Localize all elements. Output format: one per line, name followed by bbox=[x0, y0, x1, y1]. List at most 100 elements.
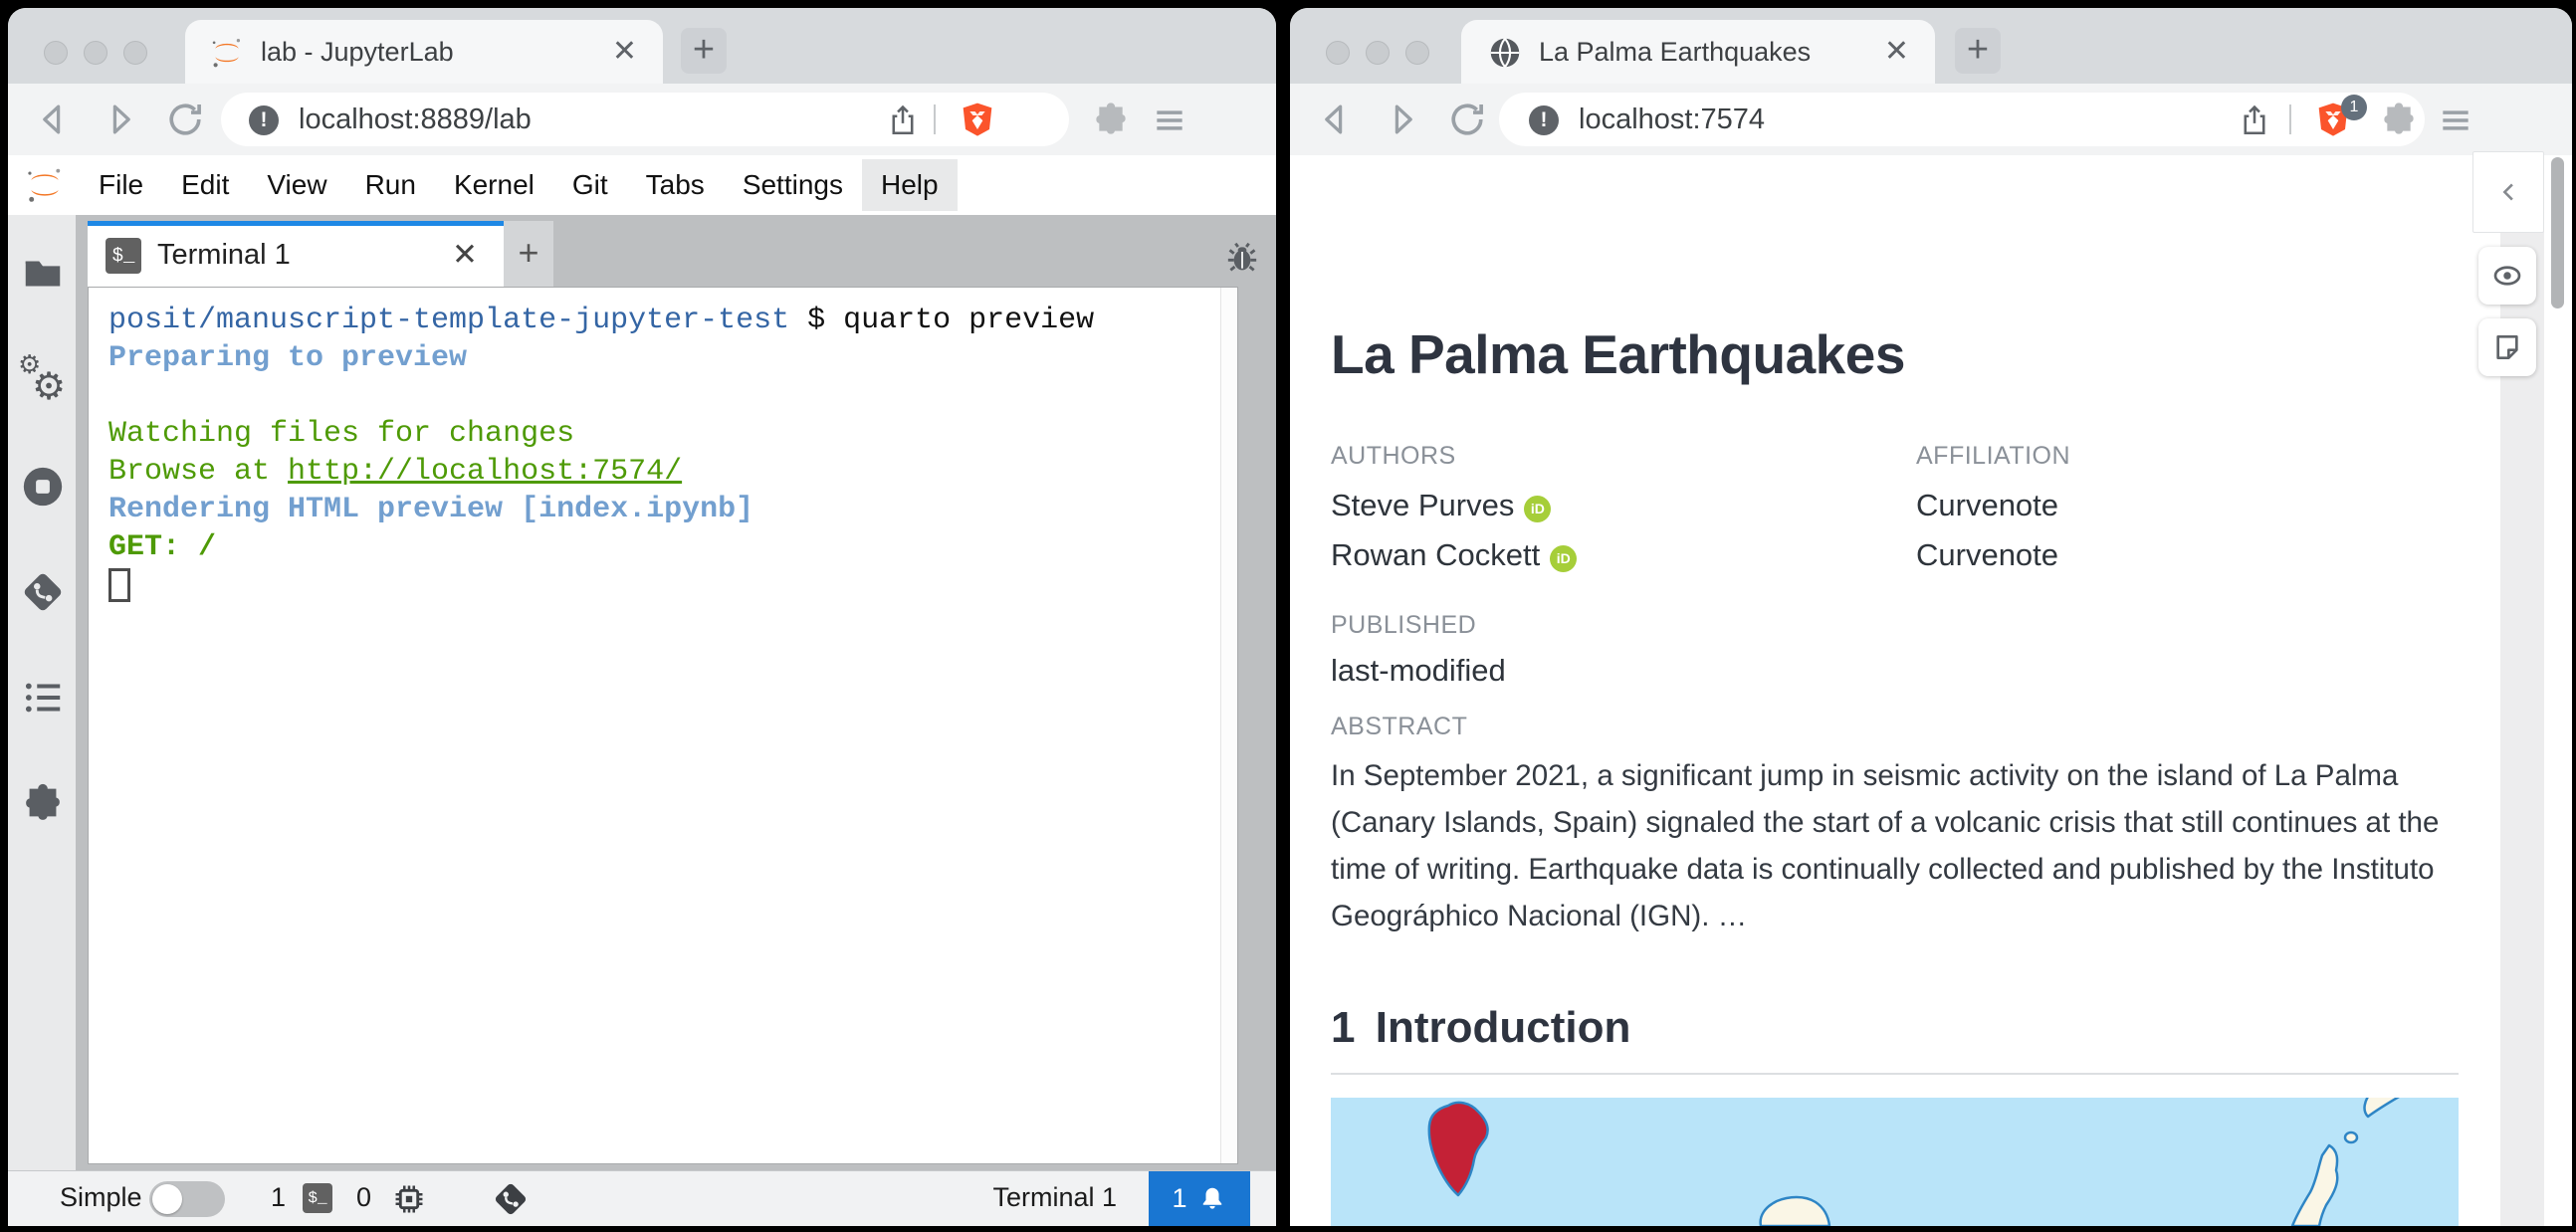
prompt-command: $ quarto preview bbox=[789, 304, 1095, 337]
menu-view[interactable]: View bbox=[248, 159, 345, 211]
menu-tabs[interactable]: Tabs bbox=[627, 159, 724, 211]
browser-tab[interactable]: lab - JupyterLab ✕ bbox=[185, 20, 663, 84]
terminal-icon: $_ bbox=[106, 238, 141, 274]
simple-mode-label: Simple bbox=[60, 1182, 142, 1212]
browser-toolbar: ! localhost:7574 1 bbox=[1290, 84, 2572, 155]
extensions-puzzle-icon[interactable] bbox=[2379, 100, 2419, 139]
notes-button[interactable] bbox=[2478, 318, 2536, 376]
share-icon[interactable] bbox=[2238, 103, 2271, 137]
terminal-scrollbar[interactable] bbox=[1220, 288, 1237, 1163]
close-window-button[interactable] bbox=[1326, 41, 1350, 65]
menu-git[interactable]: Git bbox=[553, 159, 627, 211]
jupyter-favicon bbox=[212, 39, 241, 68]
prompt-path: posit/manuscript-template-jupyter-test bbox=[108, 304, 790, 337]
tab-strip: lab - JupyterLab ✕ + bbox=[8, 8, 1276, 84]
brave-shield-icon[interactable] bbox=[958, 100, 997, 139]
zoom-window-button[interactable] bbox=[123, 41, 147, 65]
site-info-icon[interactable]: ! bbox=[1529, 105, 1559, 135]
forward-icon[interactable] bbox=[98, 98, 141, 141]
url-text: localhost:7574 bbox=[1579, 103, 1766, 135]
new-launcher-button[interactable]: + bbox=[504, 221, 553, 287]
back-icon[interactable] bbox=[32, 98, 76, 141]
terminal-panel[interactable]: posit/manuscript-template-jupyter-test $… bbox=[88, 287, 1238, 1164]
browser-toolbar: ! localhost:8889/lab bbox=[8, 84, 1276, 155]
property-inspector-gears-icon-large[interactable]: ⚙ bbox=[32, 364, 66, 408]
abstract-label: ABSTRACT bbox=[1331, 713, 1468, 740]
jupyterlab-menu-bar: File Edit View Run Kernel Git Tabs Setti… bbox=[8, 155, 1276, 215]
git-sidebar-icon[interactable] bbox=[20, 569, 66, 615]
browser-tab[interactable]: La Palma Earthquakes ✕ bbox=[1461, 20, 1935, 84]
menu-run[interactable]: Run bbox=[346, 159, 435, 211]
minimize-window-button[interactable] bbox=[84, 41, 107, 65]
jupyter-logo bbox=[28, 168, 61, 202]
divider bbox=[934, 104, 936, 134]
extensions-puzzle-icon[interactable] bbox=[1091, 100, 1131, 139]
section-title: Introduction bbox=[1375, 1003, 1631, 1052]
terminal-line-preparing: Preparing to preview bbox=[108, 341, 468, 375]
bell-icon bbox=[1202, 1187, 1221, 1209]
collapse-panel-button[interactable] bbox=[2472, 151, 2544, 233]
affiliation-label: AFFILIATION bbox=[1916, 442, 2071, 470]
new-tab-button[interactable]: + bbox=[1955, 28, 2001, 74]
menu-help[interactable]: Help bbox=[861, 159, 958, 211]
shield-badge: 1 bbox=[2341, 95, 2367, 120]
tab-strip: La Palma Earthquakes ✕ + bbox=[1290, 8, 2572, 84]
menu-hamburger-icon[interactable] bbox=[1151, 102, 1188, 139]
chevron-left-icon bbox=[2502, 183, 2513, 201]
new-tab-button[interactable]: + bbox=[681, 28, 727, 74]
debugger-bug-icon[interactable] bbox=[1222, 237, 1262, 277]
file-browser-folder-icon[interactable] bbox=[20, 251, 66, 297]
reload-icon[interactable] bbox=[1445, 98, 1489, 141]
menu-edit[interactable]: Edit bbox=[162, 159, 248, 211]
current-widget-label[interactable]: Terminal 1 bbox=[992, 1182, 1117, 1213]
side-panel-rail bbox=[2500, 155, 2544, 1226]
menu-file[interactable]: File bbox=[80, 159, 162, 211]
menu-settings[interactable]: Settings bbox=[724, 159, 862, 211]
close-tab-icon[interactable]: ✕ bbox=[1884, 34, 1909, 69]
divider bbox=[2289, 104, 2291, 134]
terminal-line-watching: Watching files for changes bbox=[108, 417, 575, 451]
address-bar[interactable]: ! localhost:8889/lab bbox=[221, 93, 1069, 146]
author-name[interactable]: Rowan Cockett bbox=[1331, 537, 1540, 572]
reload-icon[interactable] bbox=[163, 98, 207, 141]
share-icon[interactable] bbox=[886, 103, 920, 137]
simple-mode-toggle[interactable] bbox=[149, 1181, 225, 1217]
close-window-button[interactable] bbox=[44, 41, 68, 65]
published-value: last-modified bbox=[1331, 653, 1506, 688]
author-name[interactable]: Steve Purves bbox=[1331, 488, 1514, 522]
minimize-window-button[interactable] bbox=[1366, 41, 1390, 65]
menu-hamburger-icon[interactable] bbox=[2437, 102, 2474, 139]
terminal-tab[interactable]: $_ Terminal 1 ✕ bbox=[88, 221, 504, 287]
close-tab-icon[interactable]: ✕ bbox=[612, 34, 637, 69]
close-terminal-tab-icon[interactable]: ✕ bbox=[452, 237, 478, 273]
authors-label: AUTHORS bbox=[1331, 442, 1456, 470]
page-scrollbar-thumb[interactable] bbox=[2551, 157, 2564, 308]
notification-count: 1 bbox=[1172, 1183, 1187, 1213]
kernel-count: 0 bbox=[356, 1182, 372, 1212]
canary-islands-map[interactable] bbox=[1331, 1098, 2459, 1226]
browse-link[interactable]: http://localhost:7574/ bbox=[288, 455, 682, 489]
browse-prefix: Browse at bbox=[108, 455, 289, 489]
tab-title: lab - JupyterLab bbox=[261, 37, 454, 67]
running-sessions-stop-icon[interactable] bbox=[20, 464, 66, 510]
back-icon[interactable] bbox=[1314, 98, 1358, 141]
orcid-icon[interactable]: iD bbox=[1550, 545, 1578, 572]
orcid-icon[interactable]: iD bbox=[1524, 496, 1552, 522]
terminal-cursor bbox=[108, 568, 130, 602]
sticky-note-icon bbox=[2496, 335, 2518, 359]
zoom-window-button[interactable] bbox=[1405, 41, 1429, 65]
menu-kernel[interactable]: Kernel bbox=[435, 159, 553, 211]
extension-manager-puzzle-icon[interactable] bbox=[20, 780, 66, 826]
section-divider bbox=[1331, 1073, 2459, 1075]
terminal-tab-label: Terminal 1 bbox=[157, 239, 291, 271]
visibility-button[interactable] bbox=[2478, 247, 2536, 305]
notification-badge[interactable]: 1 bbox=[1149, 1171, 1250, 1226]
site-info-icon[interactable]: ! bbox=[249, 105, 279, 135]
git-status-icon[interactable] bbox=[492, 1180, 530, 1218]
address-bar[interactable]: ! localhost:7574 1 bbox=[1499, 93, 2425, 146]
table-of-contents-icon[interactable] bbox=[20, 675, 66, 720]
forward-icon[interactable] bbox=[1380, 98, 1423, 141]
section-heading: 1 Introduction bbox=[1331, 1003, 1630, 1053]
terminal-output: posit/manuscript-template-jupyter-test $… bbox=[108, 302, 1207, 602]
